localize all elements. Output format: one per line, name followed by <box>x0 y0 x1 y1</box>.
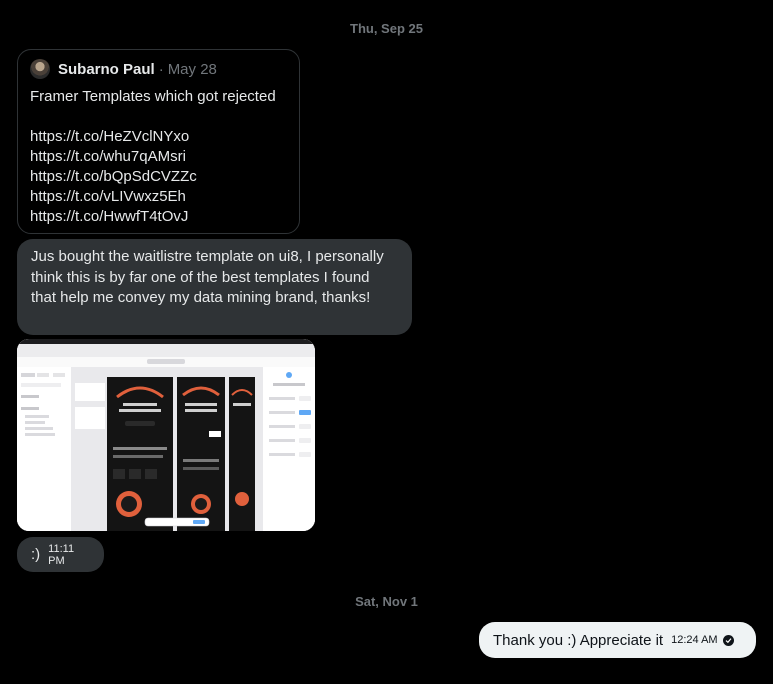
message-text: :) <box>31 546 41 563</box>
tweet-link[interactable]: https://t.co/vLIVwxz5Eh <box>30 187 287 207</box>
framer-editor-thumbnail <box>17 339 315 531</box>
message-text: Thank you :) Appreciate it <box>493 631 664 649</box>
tweet-text: Framer Templates which got rejected <box>30 88 276 105</box>
date-separator-thu: Thu, Sep 25 <box>350 21 423 36</box>
quoted-tweet[interactable]: Subarno Paul · May 28 Framer Templates w… <box>17 49 300 234</box>
separator-dot: · <box>158 60 164 78</box>
tweet-link[interactable]: https://t.co/bQpSdCVZZc <box>30 167 287 187</box>
message-bubble-received[interactable]: Jus bought the waitlistre template on ui… <box>17 239 412 335</box>
message-text: Jus bought the waitlistre template on ui… <box>31 248 384 306</box>
tweet-link[interactable]: https://t.co/HeZVclNYxo <box>30 127 287 147</box>
tweet-link[interactable]: https://t.co/whu7qAMsri <box>30 147 287 167</box>
quoted-tweet-header: Subarno Paul · May 28 <box>30 58 287 80</box>
message-timestamp: 11:11 PM <box>48 542 75 567</box>
message-bubble-received[interactable]: :) 11:11 PM <box>17 537 104 572</box>
tweet-link[interactable]: https://t.co/HwwfT4tOvJ <box>30 207 287 227</box>
message-bubble-sent[interactable]: Thank you :) Appreciate it 12:24 AM <box>479 622 756 658</box>
read-receipt-check-icon <box>722 634 734 646</box>
author-name[interactable]: Subarno Paul <box>58 61 155 78</box>
attached-screenshot-image[interactable] <box>17 339 315 531</box>
date-separator-sat: Sat, Nov 1 <box>355 594 418 609</box>
message-timestamp: 12:24 AM <box>671 634 718 646</box>
avatar[interactable] <box>30 59 50 79</box>
tweet-date[interactable]: May 28 <box>168 61 217 78</box>
